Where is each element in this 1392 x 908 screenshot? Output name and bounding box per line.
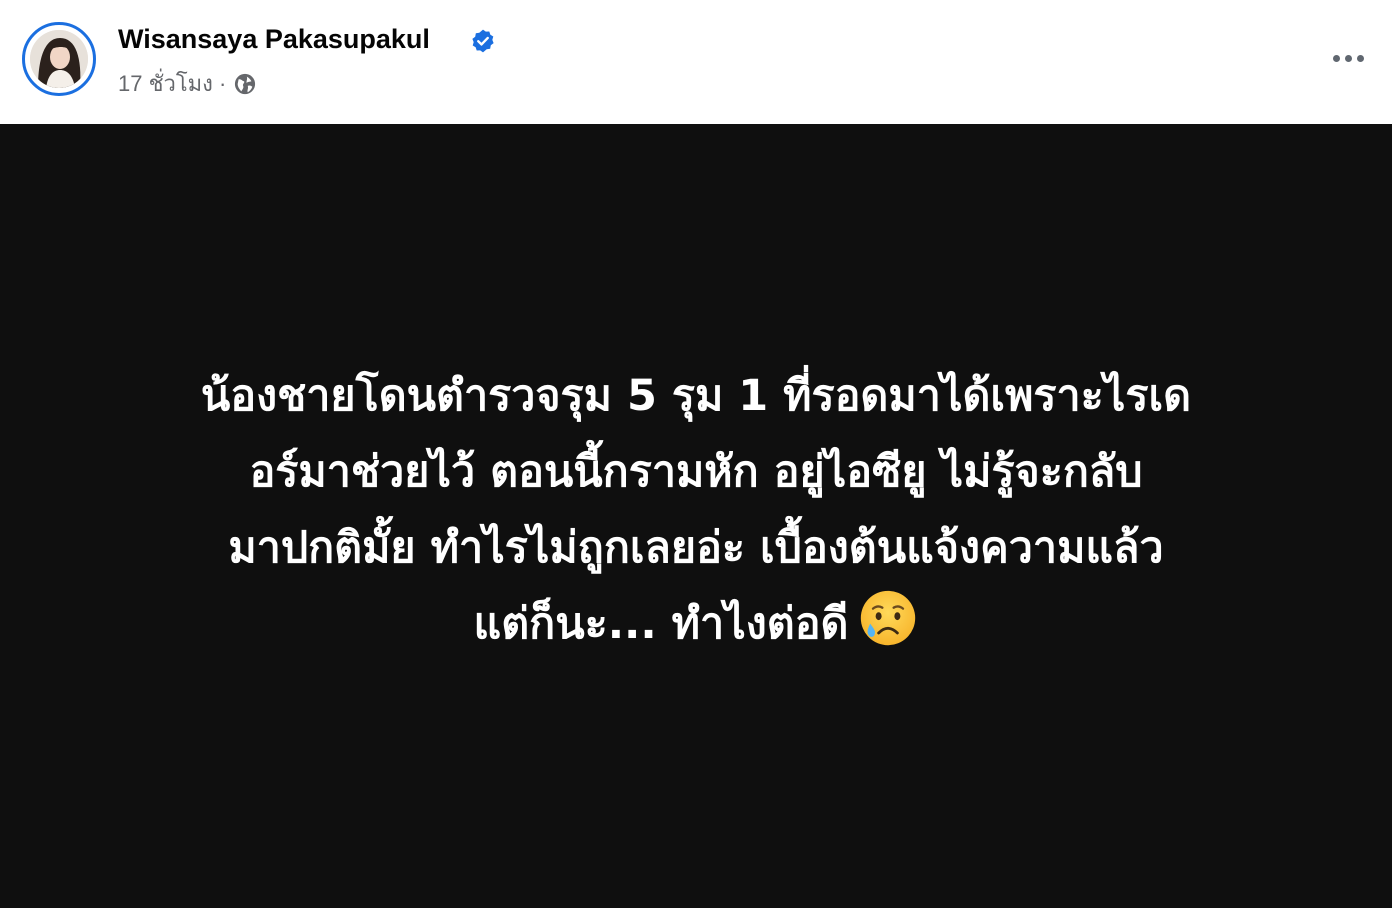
post-body-line: แต่ก็นะ... ทำไงต่อดี (473, 599, 849, 649)
post-body-line: มาปกติมั้ย ทำไรไม่ถูกเลยอ่ะ เบื้องต้นแจ้… (228, 523, 1164, 573)
globe-icon[interactable] (234, 73, 256, 95)
story-ring[interactable] (22, 22, 96, 96)
sad-relieved-emoji-icon (861, 590, 916, 646)
post-header: Wisansaya Pakasupakul 17 ชั่วโมง · (0, 0, 1392, 124)
author-name[interactable]: Wisansaya Pakasupakul (118, 24, 430, 55)
more-options-button[interactable] (1326, 40, 1370, 76)
avatar[interactable] (30, 30, 88, 88)
facebook-post: Wisansaya Pakasupakul 17 ชั่วโมง · น้องช… (0, 0, 1392, 908)
post-meta: 17 ชั่วโมง · (118, 66, 256, 101)
post-body-line-last: แต่ก็นะ... ทำไงต่อดี (51, 586, 1341, 662)
meta-separator: · (218, 70, 227, 96)
verified-badge-icon (472, 29, 494, 53)
post-image[interactable]: น้องชายโดนตำรวจรุม 5 รุม 1 ที่รอดมาได้เพ… (0, 124, 1392, 908)
more-options-icon (1332, 54, 1340, 62)
post-body-text: น้องชายโดนตำรวจรุม 5 รุม 1 ที่รอดมาได้เพ… (51, 358, 1341, 662)
post-timestamp[interactable]: 17 ชั่วโมง (118, 66, 213, 101)
avatar-photo-icon (30, 30, 88, 88)
post-body-line: น้องชายโดนตำรวจรุม 5 รุม 1 ที่รอดมาได้เพ… (200, 371, 1192, 421)
post-body-line: อร์มาช่วยไว้ ตอนนี้กรามหัก อยู่ไอซียู ไม… (249, 447, 1143, 497)
